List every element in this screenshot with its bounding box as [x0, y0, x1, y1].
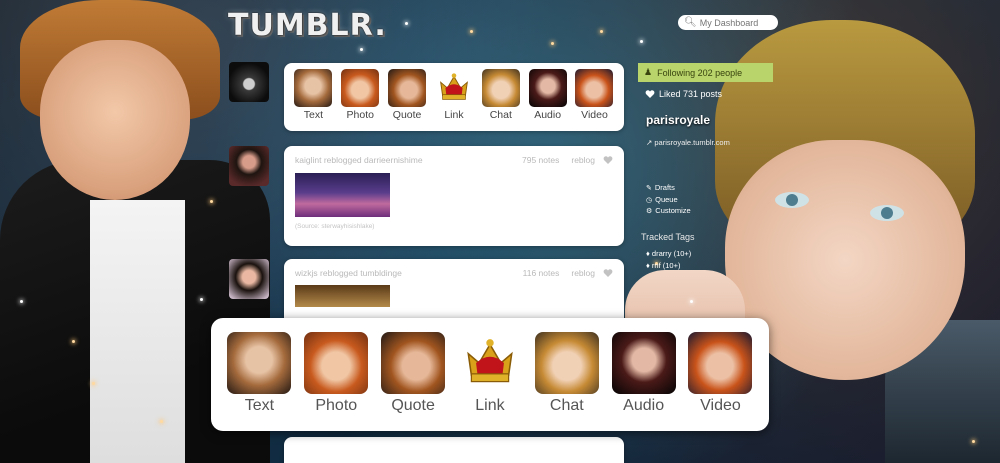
quote-icon — [388, 69, 427, 107]
chat-icon — [481, 69, 520, 107]
chat-icon — [534, 332, 599, 394]
eye-right — [870, 205, 904, 221]
quote-icon — [381, 332, 446, 394]
heart-icon — [645, 90, 655, 98]
post-type-audio[interactable]: Audio — [528, 69, 568, 121]
blog-url[interactable]: ↗ parisroyale.tumblr.com — [646, 138, 730, 147]
external-link-icon: ↗ — [646, 138, 653, 147]
queue-icon: ◷ — [646, 197, 653, 204]
dashboard-post — [284, 437, 624, 463]
post-attribution[interactable]: kaiglint reblogged darrieernishime — [295, 155, 522, 165]
video-icon — [688, 332, 753, 394]
post-type-bar-zoomed: Text Photo Quote Link Chat Audio Video — [211, 318, 769, 431]
tag-icon: ♦ — [646, 249, 650, 258]
sidebar-drafts[interactable]: ✎ Drafts — [646, 183, 675, 192]
video-icon — [575, 69, 614, 107]
post-type-video[interactable]: Video — [574, 69, 614, 121]
face-shape — [40, 40, 190, 200]
dashboard-search[interactable]: 🔍︎ — [678, 15, 780, 30]
post-source-caption[interactable]: (Source: sterwayhisishlake) — [295, 223, 613, 230]
post-type-photo[interactable]: Photo — [340, 69, 380, 121]
text-icon — [294, 69, 333, 107]
post-type-quote[interactable]: Quote — [381, 332, 446, 415]
crown-icon — [434, 69, 473, 107]
drafts-icon: ✎ — [646, 185, 652, 192]
post-photo[interactable] — [295, 285, 390, 307]
audio-icon — [528, 69, 567, 107]
post-type-video[interactable]: Video — [688, 332, 753, 415]
search-icon: 🔍︎ — [684, 17, 697, 28]
notes-count[interactable]: 116 notes — [523, 268, 560, 278]
tumblr-logo[interactable]: TUMBLR. — [228, 8, 387, 43]
tracked-tag[interactable]: ♦ drarry (10+) — [646, 249, 691, 258]
post-type-text[interactable]: Text — [227, 332, 292, 415]
post-type-link[interactable]: Link — [457, 332, 522, 415]
post-type-photo[interactable]: Photo — [304, 332, 369, 415]
post-type-text[interactable]: Text — [293, 69, 333, 121]
post-type-link[interactable]: Link — [434, 69, 474, 121]
person-icon: ♟ — [644, 67, 653, 77]
sidebar-queue[interactable]: ◷ Queue — [646, 195, 678, 204]
post-type-chat[interactable]: Chat — [534, 332, 599, 415]
following-count[interactable]: ♟ Following 202 people — [638, 63, 773, 82]
search-input[interactable] — [699, 17, 780, 28]
customize-icon: ⚙ — [646, 208, 653, 215]
tracked-tags-title: Tracked Tags — [641, 232, 695, 242]
heart-icon[interactable] — [603, 268, 613, 278]
post-type-chat[interactable]: Chat — [481, 69, 521, 121]
post-type-quote[interactable]: Quote — [387, 69, 427, 121]
eye-left — [775, 192, 809, 208]
tag-icon: ♦ — [646, 261, 650, 270]
sidebar-customize[interactable]: ⚙ Customize — [646, 206, 691, 215]
tracked-tag[interactable]: ♦ rnf (10+) — [646, 261, 680, 270]
heart-icon[interactable] — [603, 155, 613, 165]
user-avatar[interactable] — [229, 62, 269, 102]
post-type-audio[interactable]: Audio — [611, 332, 676, 415]
post-attribution[interactable]: wizkjs reblogged tumbldinge — [295, 268, 523, 278]
post-photo[interactable] — [295, 173, 390, 217]
reblog-button[interactable]: reblog — [571, 155, 595, 165]
text-icon — [227, 332, 292, 394]
liked-posts[interactable]: Liked 731 posts — [645, 89, 722, 99]
photo-icon — [304, 332, 369, 394]
post-avatar[interactable] — [229, 259, 269, 299]
notes-count[interactable]: 795 notes — [522, 155, 559, 165]
dashboard-post: kaiglint reblogged darrieernishime 795 n… — [284, 146, 624, 246]
photo-icon — [341, 69, 380, 107]
post-type-bar: Text Photo Quote Link Chat Audio Video — [284, 63, 624, 131]
reblog-button[interactable]: reblog — [571, 268, 595, 278]
post-avatar[interactable] — [229, 146, 269, 186]
crown-icon — [457, 332, 522, 394]
shirt-shape — [90, 200, 185, 463]
audio-icon — [611, 332, 676, 394]
blog-name[interactable]: parisroyale — [646, 113, 710, 127]
